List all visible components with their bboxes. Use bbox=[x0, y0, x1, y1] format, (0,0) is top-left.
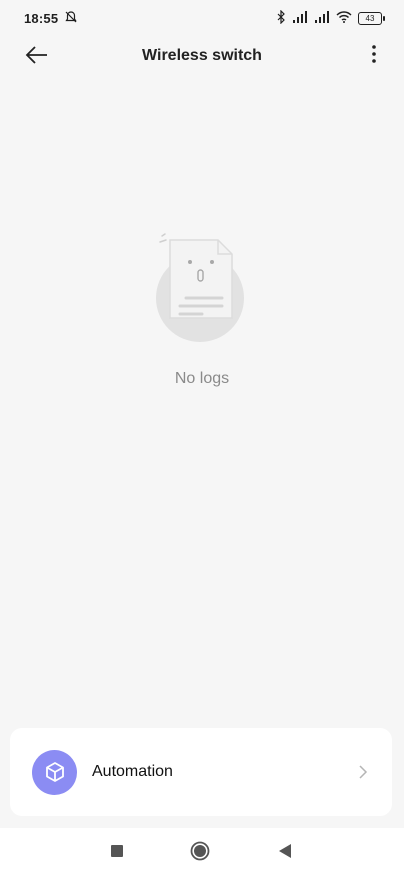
status-bar: 18:55 43 bbox=[0, 0, 404, 36]
cube-icon bbox=[32, 749, 77, 795]
page-title: Wireless switch bbox=[142, 47, 262, 64]
bluetooth-icon bbox=[276, 9, 286, 27]
recents-button[interactable] bbox=[106, 842, 128, 864]
signal-icon bbox=[292, 10, 308, 26]
home-circle-icon bbox=[190, 841, 210, 866]
status-right: 43 bbox=[276, 9, 385, 27]
back-triangle-icon bbox=[278, 843, 292, 864]
more-vertical-icon bbox=[371, 44, 377, 69]
back-button[interactable] bbox=[20, 40, 54, 74]
app-bar: Wireless switch bbox=[0, 36, 404, 76]
square-icon bbox=[110, 844, 124, 863]
automation-card[interactable]: Automation bbox=[10, 728, 392, 816]
arrow-left-icon bbox=[25, 45, 49, 70]
battery-icon: 43 bbox=[358, 11, 385, 25]
signal-icon bbox=[314, 10, 330, 26]
system-nav-bar bbox=[0, 828, 404, 877]
chevron-right-icon bbox=[356, 762, 370, 782]
empty-state-message: No logs bbox=[174, 370, 230, 387]
status-time: 18:55 bbox=[24, 10, 59, 26]
status-left: 18:55 bbox=[24, 10, 78, 27]
system-back-button[interactable] bbox=[274, 842, 296, 864]
document-face-icon bbox=[152, 228, 252, 348]
wifi-icon bbox=[336, 10, 352, 26]
bell-off-icon bbox=[64, 10, 78, 27]
automation-label: Automation bbox=[92, 763, 173, 780]
more-options-button[interactable] bbox=[362, 42, 386, 70]
home-button[interactable] bbox=[189, 841, 211, 866]
